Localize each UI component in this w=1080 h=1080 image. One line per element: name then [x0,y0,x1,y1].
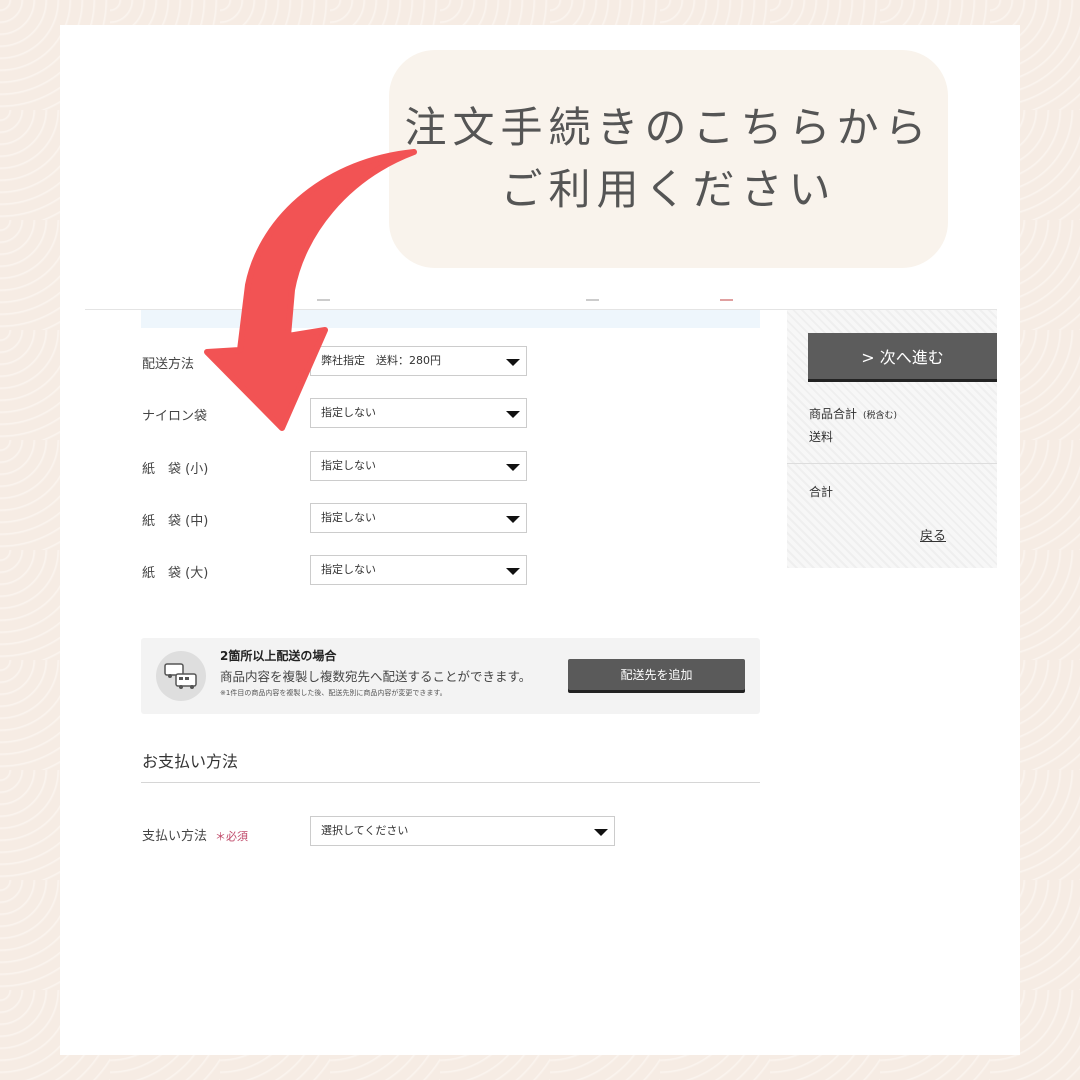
total-label: 合計 [809,485,834,499]
shipping-method-label: 配送方法 [142,357,195,372]
chevron-down-icon [594,829,608,836]
shipping-fee-label: 送料 [809,430,834,444]
subtotal-label: 商品合計 (税含む) [809,405,897,422]
paper-bag-medium-value: 指定しない [321,511,376,524]
next-step-button[interactable]: > 次へ進む [808,333,997,379]
payment-divider [141,782,760,783]
paper-bag-large-select[interactable]: 指定しない [310,555,527,585]
payment-method-placeholder: 選択してください [321,824,409,837]
truck-icon [156,651,206,701]
paper-bag-large-value: 指定しない [321,563,376,576]
multi-ship-title: 2箇所以上配送の場合 [220,649,337,663]
tax-note: (税含む) [863,411,898,421]
add-address-button[interactable]: 配送先を追加 [568,659,745,690]
tab-marker [586,299,599,301]
chevron-down-icon [506,411,520,418]
order-summary-sidebar: > 次へ進む 商品合計 (税含む) 送料 合計 戻る [787,310,997,568]
callout-line-2: ご利用ください [500,165,837,214]
paper-bag-medium-select[interactable]: 指定しない [310,503,527,533]
paper-bag-medium-label: 紙 袋 (中) [142,514,209,529]
paper-bag-large-label: 紙 袋 (大) [142,566,209,581]
shipping-method-select[interactable]: 弊社指定 送料：280円 [310,346,527,376]
paper-bag-small-value: 指定しない [321,459,376,472]
callout-bubble: 注文手続きのこちらから ご利用ください [389,50,948,268]
shipping-method-value: 弊社指定 送料：280円 [321,354,441,367]
nylon-bag-label: ナイロン袋 [142,409,208,424]
back-link[interactable]: 戻る [920,525,946,544]
info-strip [141,310,760,328]
nylon-bag-value: 指定しない [321,406,376,419]
tab-marker-active [720,299,733,301]
chevron-down-icon [506,568,520,575]
multi-ship-note: ※1件目の商品内容を複製した後、配送先別に商品内容が変更できます。 [220,689,447,697]
subtotal-label-text: 商品合計 [809,407,858,421]
multi-address-panel: 2箇所以上配送の場合 商品内容を複製し複数宛先へ配送することができます。 ※1件… [141,638,760,714]
chevron-down-icon [506,464,520,471]
callout-line-1: 注文手続きのこちらから [404,103,933,152]
multi-ship-description: 商品内容を複製し複数宛先へ配送することができます。 [220,669,532,684]
chevron-down-icon [506,516,520,523]
nylon-bag-select[interactable]: 指定しない [310,398,527,428]
payment-method-select[interactable]: 選択してください [310,816,615,846]
payment-method-label-text: 支払い方法 [142,829,208,844]
chevron-down-icon [506,359,520,366]
tab-marker [317,299,330,301]
paper-bag-small-label: 紙 袋 (小) [142,462,209,477]
summary-divider [787,463,997,464]
payment-heading: お支払い方法 [142,752,239,771]
payment-method-label: 支払い方法 ＊必須 [142,825,248,844]
required-badge: ＊必須 [215,830,249,843]
paper-bag-small-select[interactable]: 指定しない [310,451,527,481]
